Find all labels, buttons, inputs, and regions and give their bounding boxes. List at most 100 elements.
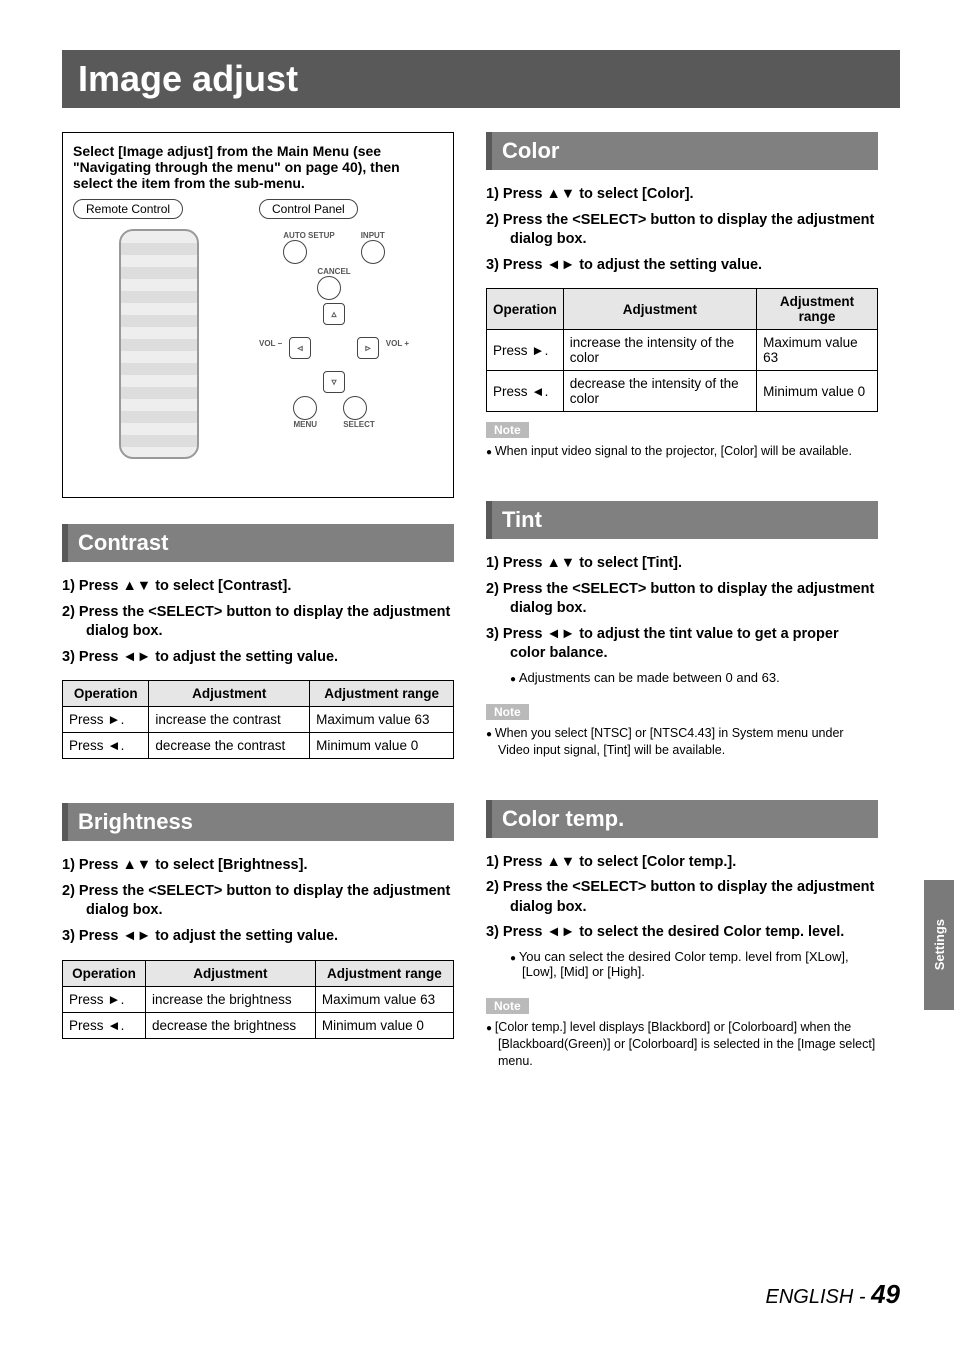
menu-label: MENU [293, 420, 317, 429]
dpad-icon: ▵ ▿ ◃ ▹ VOL − VOL + [289, 303, 379, 393]
color-step-1: 1) Press ▲▼ to select [Color]. [486, 182, 878, 208]
th-operation: Operation [63, 681, 149, 707]
auto-setup-button-icon [283, 240, 307, 264]
tint-sub-1: Adjustments can be made between 0 and 63… [510, 669, 878, 686]
input-label: INPUT [361, 231, 385, 240]
table-row: Press ►. increase the intensity of the c… [487, 330, 878, 371]
cell: Minimum value 0 [315, 1012, 453, 1038]
color-steps: 1) Press ▲▼ to select [Color]. 2) Press … [486, 182, 878, 278]
colortemp-note-list: [Color temp.] level displays [Blackbord]… [486, 1018, 878, 1071]
cell: Press ◄. [487, 371, 564, 412]
colortemp-note-label: Note [486, 998, 529, 1014]
two-column-layout: Select [Image adjust] from the Main Menu… [62, 132, 900, 1071]
contrast-table: Operation Adjustment Adjustment range Pr… [62, 680, 454, 759]
tint-step-2: 2) Press the <SELECT> button to display … [486, 577, 878, 622]
brightness-step-1: 1) Press ▲▼ to select [Brightness]. [62, 853, 454, 879]
brightness-heading: Brightness [62, 803, 454, 841]
control-panel-illustration: AUTO SETUP INPUT CANCEL [259, 225, 409, 435]
cell: decrease the contrast [149, 733, 310, 759]
table-header-row: Operation Adjustment Adjustment range [487, 289, 878, 330]
intro-box: Select [Image adjust] from the Main Menu… [62, 132, 454, 498]
contrast-step-1: 1) Press ▲▼ to select [Contrast]. [62, 574, 454, 600]
tint-note-1: When you select [NTSC] or [NTSC4.43] in … [486, 724, 878, 760]
cell: Maximum value 63 [757, 330, 878, 371]
vol-minus-label: VOL − [259, 339, 282, 348]
left-column: Select [Image adjust] from the Main Menu… [62, 132, 454, 1071]
table-row: Press ◄. decrease the brightness Minimum… [63, 1012, 454, 1038]
footer-page-num: 49 [871, 1279, 900, 1309]
cell: Maximum value 63 [315, 986, 453, 1012]
cell: Press ◄. [63, 1012, 146, 1038]
tint-sub-bullets: Adjustments can be made between 0 and 63… [486, 669, 878, 686]
select-button-icon [343, 396, 367, 420]
dpad-left-icon: ◃ [289, 337, 311, 359]
cell: Maximum value 63 [310, 707, 454, 733]
cell: Minimum value 0 [757, 371, 878, 412]
dpad-right-icon: ▹ [357, 337, 379, 359]
tint-step-3: 3) Press ◄► to adjust the tint value to … [486, 622, 878, 667]
cell: decrease the brightness [146, 1012, 316, 1038]
device-row: Remote Control Control Panel AUTO SETUP [73, 199, 443, 485]
dpad-down-icon: ▿ [323, 371, 345, 393]
table-row: Press ►. increase the brightness Maximum… [63, 986, 454, 1012]
tint-note-label: Note [486, 704, 529, 720]
control-panel-block: Control Panel AUTO SETUP INPUT [259, 199, 409, 485]
table-header-row: Operation Adjustment Adjustment range [63, 960, 454, 986]
vol-plus-label: VOL + [386, 339, 409, 348]
color-note-label: Note [486, 422, 529, 438]
cancel-label: CANCEL [317, 267, 350, 276]
cell: increase the intensity of the color [563, 330, 756, 371]
color-note-1: When input video signal to the projector… [486, 442, 878, 461]
page: Settings Image adjust Select [Image adju… [0, 0, 954, 1350]
colortemp-steps: 1) Press ▲▼ to select [Color temp.]. 2) … [486, 850, 878, 946]
tint-heading: Tint [486, 501, 878, 539]
cell: Minimum value 0 [310, 733, 454, 759]
intro-text: Select [Image adjust] from the Main Menu… [73, 143, 443, 191]
brightness-steps: 1) Press ▲▼ to select [Brightness]. 2) P… [62, 853, 454, 949]
remote-control-block: Remote Control [73, 199, 245, 485]
cancel-button-icon [317, 276, 341, 300]
colortemp-step-3: 3) Press ◄► to select the desired Color … [486, 920, 878, 946]
color-heading: Color [486, 132, 878, 170]
footer-lang: ENGLISH - [766, 1286, 872, 1308]
th-operation: Operation [487, 289, 564, 330]
contrast-step-2: 2) Press the <SELECT> button to display … [62, 600, 454, 645]
brightness-step-3: 3) Press ◄► to adjust the setting value. [62, 924, 454, 950]
cell: Press ◄. [63, 733, 149, 759]
cell: increase the contrast [149, 707, 310, 733]
table-row: Press ◄. decrease the intensity of the c… [487, 371, 878, 412]
brightness-step-2: 2) Press the <SELECT> button to display … [62, 879, 454, 924]
select-label: SELECT [343, 420, 375, 429]
contrast-steps: 1) Press ▲▼ to select [Contrast]. 2) Pre… [62, 574, 454, 670]
colortemp-note-1: [Color temp.] level displays [Blackbord]… [486, 1018, 878, 1071]
colortemp-sub-bullets: You can select the desired Color temp. l… [486, 948, 878, 980]
page-footer: ENGLISH - 49 [766, 1279, 901, 1310]
colortemp-heading: Color temp. [486, 800, 878, 838]
remote-control-label: Remote Control [73, 199, 183, 219]
dpad-up-icon: ▵ [323, 303, 345, 325]
colortemp-step-2: 2) Press the <SELECT> button to display … [486, 875, 878, 920]
side-tab-label: Settings [932, 919, 947, 970]
th-adjustment: Adjustment [149, 681, 310, 707]
color-step-2: 2) Press the <SELECT> button to display … [486, 208, 878, 253]
tint-note-list: When you select [NTSC] or [NTSC4.43] in … [486, 724, 878, 760]
cell: increase the brightness [146, 986, 316, 1012]
tint-steps: 1) Press ▲▼ to select [Tint]. 2) Press t… [486, 551, 878, 667]
menu-button-icon [293, 396, 317, 420]
right-column: Color 1) Press ▲▼ to select [Color]. 2) … [486, 132, 878, 1071]
th-range: Adjustment range [310, 681, 454, 707]
remote-icon [119, 229, 199, 459]
color-table: Operation Adjustment Adjustment range Pr… [486, 288, 878, 412]
colortemp-step-1: 1) Press ▲▼ to select [Color temp.]. [486, 850, 878, 876]
cell: Press ►. [63, 707, 149, 733]
color-step-3: 3) Press ◄► to adjust the setting value. [486, 253, 878, 279]
control-panel-label: Control Panel [259, 199, 358, 219]
cell: Press ►. [487, 330, 564, 371]
auto-setup-label: AUTO SETUP [283, 231, 334, 240]
contrast-heading: Contrast [62, 524, 454, 562]
cell: decrease the intensity of the color [563, 371, 756, 412]
th-operation: Operation [63, 960, 146, 986]
th-range: Adjustment range [315, 960, 453, 986]
colortemp-sub-1: You can select the desired Color temp. l… [510, 948, 878, 980]
table-header-row: Operation Adjustment Adjustment range [63, 681, 454, 707]
